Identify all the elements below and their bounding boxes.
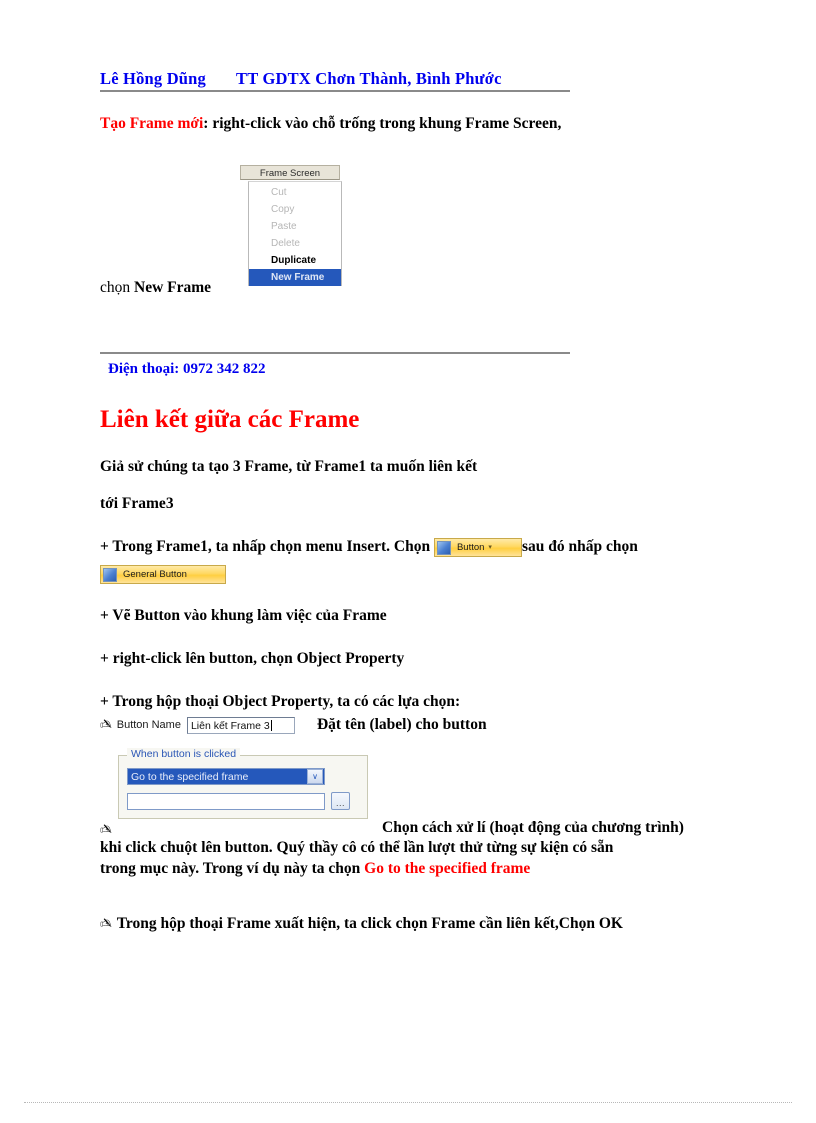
choose-new-frame-line: chọn New Frame bbox=[100, 278, 211, 299]
intro-line-1: Giả sử chúng ta tạo 3 Frame, từ Frame1 t… bbox=[100, 458, 478, 475]
hand-pointer-icon: ✍ bbox=[100, 822, 112, 838]
action-description: ✍ Chọn cách xử lí (hoạt động của chương … bbox=[100, 818, 760, 880]
text-caret bbox=[270, 719, 272, 731]
action-dropdown-value: Go to the specified frame bbox=[131, 770, 249, 783]
frame-screen-tab[interactable]: Frame Screen bbox=[240, 165, 340, 180]
target-path-row: ... bbox=[127, 792, 359, 810]
link-section: Liên kết giữa các Frame Giả sử chúng ta … bbox=[100, 405, 780, 713]
general-button-chip-icon bbox=[103, 568, 117, 583]
step-draw-button: + Vẽ Button vào khung làm việc của Frame bbox=[100, 606, 387, 624]
chevron-down-icon[interactable]: ∨ bbox=[307, 769, 323, 784]
phone-divider bbox=[100, 352, 570, 354]
final-step: ✍ Trong hộp thoại Frame xuất hiện, ta cli… bbox=[100, 914, 780, 934]
button-name-row: ✍ Button Name Liên kết Frame 3 Đặt tên (… bbox=[100, 716, 487, 734]
create-frame-label: Tạo Frame mới bbox=[100, 115, 204, 133]
general-button-chip[interactable]: General Button bbox=[100, 564, 226, 584]
button-chip-icon bbox=[436, 541, 451, 556]
frame-screen-term: Frame Screen bbox=[465, 115, 558, 133]
menu-item-copy[interactable]: Copy bbox=[249, 201, 341, 218]
when-clicked-group: When button is clicked Go to the specifi… bbox=[118, 748, 368, 819]
create-frame-text: : right-click vào chỗ trống trong khung bbox=[203, 115, 466, 133]
button-chip-label: Button bbox=[456, 541, 485, 553]
step-insert-text-pre: + Trong Frame1, ta nhấp chọn menu Insert… bbox=[100, 537, 434, 555]
document-content: Lê Hồng Dũng TT GDTX Chơn Thành, Bình Phư… bbox=[100, 69, 760, 135]
header-organization: TT GDTX Chơn Thành, Bình Phước bbox=[236, 69, 502, 88]
final-step-text: Trong hộp thoại Frame xuất hiện, ta clic… bbox=[116, 914, 623, 932]
button-name-row-wrapper: ✍ Button Name Liên kết Frame 3 Đặt tên (… bbox=[100, 716, 487, 734]
header-author: Lê Hồng Dũng bbox=[100, 69, 207, 88]
menu-item-paste[interactable]: Paste bbox=[249, 218, 341, 235]
action-description-highlight: Go to the specified frame bbox=[364, 860, 531, 878]
step-right-click: + right-click lên button, chọn Object Pr… bbox=[100, 649, 405, 667]
button-name-label: Button Name bbox=[116, 719, 181, 731]
browse-button[interactable]: ... bbox=[331, 792, 350, 810]
create-frame-trailing: , bbox=[557, 115, 562, 133]
choose-new-frame-bold: New Frame bbox=[134, 279, 212, 296]
menu-item-new-frame[interactable]: New Frame bbox=[249, 269, 341, 286]
step-insert-menu: + Trong Frame1, ta nhấp chọn menu Insert… bbox=[100, 537, 780, 558]
choose-prefix: chọn bbox=[100, 279, 135, 296]
page-title: Liên kết giữa các Frame bbox=[100, 406, 360, 433]
page-bottom-divider bbox=[24, 1102, 792, 1103]
document-page: Lê Hồng Dũng TT GDTX Chơn Thành, Bình Phư… bbox=[0, 0, 816, 1123]
document-header: Lê Hồng Dũng TT GDTX Chơn Thành, Bình Phư… bbox=[100, 69, 760, 88]
button-name-value: Liên kết Frame 3 bbox=[190, 719, 270, 732]
menu-item-cut[interactable]: Cut bbox=[249, 184, 341, 201]
action-description-line-3: trong mục này. Trong ví dụ này ta chọn G… bbox=[100, 859, 760, 880]
phone-block: Điện thoại: 0972 342 822 bbox=[100, 352, 760, 378]
action-description-line-1: Chọn cách xử lí (hoạt động của chương tr… bbox=[382, 819, 684, 836]
hand-pointer-icon: ✍ bbox=[100, 915, 112, 932]
create-frame-instruction: Tạo Frame mới: right-click vào chỗ trống… bbox=[100, 114, 760, 135]
phone-number: Điện thoại: 0972 342 822 bbox=[108, 361, 266, 377]
menu-item-delete[interactable]: Delete bbox=[249, 235, 341, 252]
button-name-input[interactable]: Liên kết Frame 3 bbox=[186, 716, 295, 734]
action-description-line-3-pre: trong mục này. Trong ví dụ này ta chọn bbox=[100, 860, 365, 878]
context-menu-list: Cut Copy Paste Delete Duplicate New Fram… bbox=[248, 181, 342, 286]
button-toolbar-chip[interactable]: Button ▾ bbox=[433, 537, 522, 557]
step-insert-text-post: sau đó nhấp chọn bbox=[521, 537, 638, 555]
general-button-chip-label: General Button bbox=[123, 568, 187, 580]
when-clicked-group-wrapper: When button is clicked Go to the specifi… bbox=[118, 748, 368, 819]
when-clicked-legend: When button is clicked bbox=[127, 748, 241, 760]
target-path-input[interactable] bbox=[127, 792, 325, 810]
intro-line-2: tới Frame3 bbox=[100, 494, 174, 512]
step-object-property: + Trong hộp thoại Object Property, ta có… bbox=[100, 692, 461, 710]
menu-item-duplicate[interactable]: Duplicate bbox=[249, 252, 341, 269]
hand-pointer-icon: ✍ bbox=[100, 717, 112, 733]
action-dropdown[interactable]: Go to the specified frame ∨ bbox=[127, 768, 325, 785]
button-name-note: Đặt tên (label) cho button bbox=[316, 716, 487, 733]
context-menu-screenshot: Frame Screen Cut Copy Paste Delete Dupli… bbox=[240, 165, 342, 286]
action-description-line-2: khi click chuột lên button. Quý thầy cô … bbox=[100, 839, 614, 857]
chevron-down-icon[interactable]: ▾ bbox=[488, 539, 495, 556]
